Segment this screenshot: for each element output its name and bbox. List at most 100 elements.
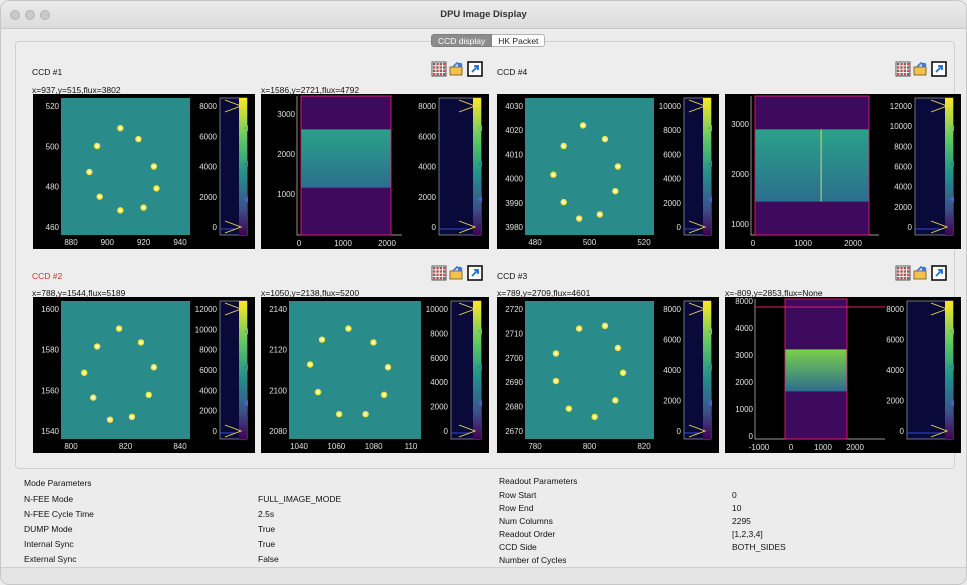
colorbar-tick-label: 10000 (659, 102, 682, 111)
colorbar-tick-label: 10000 (426, 305, 449, 314)
axis-tick-label: 2000 (378, 239, 396, 248)
param-name: N-FEE Cycle Time (24, 509, 94, 519)
colorbar-tick-label: 2000 (663, 199, 681, 208)
ccd1-left-image-colorbar[interactable] (219, 97, 248, 236)
colorbar-tick-label: 0 (677, 223, 682, 232)
param-name: Row End (499, 503, 534, 513)
popout-icon[interactable] (931, 61, 947, 77)
colorbar-tick-label: 8000 (663, 305, 681, 314)
ccd4-right-image[interactable]: 0 1000 2000 3000 2000 1000 12000 10000 8000 6000 4… (725, 94, 961, 249)
axis-tick-label: 3000 (731, 120, 749, 129)
ccd3-left-image-colorbar[interactable] (683, 300, 712, 440)
ccd2-left-image[interactable]: 800 820 840 1600 1580 1560 1540 12000 10000 8000 6… (33, 297, 255, 453)
axis-tick-label: 800 (583, 442, 597, 451)
colorbar-tick-label: 12000 (195, 305, 218, 314)
colorbar-tick-label: 2000 (894, 203, 912, 212)
axis-tick-label: 2700 (505, 354, 523, 363)
readout-parameters: Readout Parameters Row Start 0 Row End 1… (499, 474, 939, 566)
ccd3-right-image[interactable]: -1000 0 1000 2000 8000 4000 3000 2000 1000 0 8000 6… (725, 297, 961, 453)
axis-tick-label: 1000 (277, 190, 295, 199)
ccd1-left-image[interactable]: 880 900 920 940 520 500 480 460 8000 6000 4000 2000… (33, 94, 255, 249)
param-name: Readout Order (499, 529, 556, 539)
colorbar-tick-label: 2000 (886, 397, 904, 406)
ccd4-right-image-colorbar[interactable] (914, 97, 954, 236)
grid-icon[interactable] (431, 265, 447, 281)
ccd1-title: CCD #1 (32, 67, 63, 77)
save-image-icon[interactable] (913, 265, 929, 281)
grid-icon[interactable] (895, 265, 911, 281)
axis-tick-label: 0 (297, 239, 302, 248)
axis-tick-label: 2690 (505, 378, 523, 387)
axis-tick-label: 480 (46, 183, 60, 192)
mode-parameters-heading: Mode Parameters (24, 478, 92, 488)
axis-tick-label: 520 (637, 238, 651, 247)
axis-tick-label: 920 (137, 238, 151, 247)
axis-tick-label: 2000 (731, 170, 749, 179)
colorbar-tick-label: 6000 (430, 354, 448, 363)
save-image-icon[interactable] (913, 61, 929, 77)
axis-tick-label: 2000 (735, 378, 753, 387)
tab-ccd-display[interactable]: CCD display (431, 34, 493, 47)
ccd2-right-image[interactable]: 1040 1060 1080 110 2140 2120 2100 2080 10000 8000… (261, 297, 489, 453)
axis-tick-label: 3980 (505, 223, 523, 232)
axis-tick-label: 1000 (794, 239, 812, 248)
axis-tick-label: 2710 (505, 329, 523, 338)
colorbar-tick-label: 2000 (199, 407, 217, 416)
readout-parameters-heading: Readout Parameters (499, 476, 578, 486)
ccd2-right-image-colorbar[interactable] (450, 300, 482, 440)
axis-tick-label: -1000 (749, 443, 770, 452)
axis-tick-label: 500 (46, 142, 60, 151)
axis-tick-label: 3000 (735, 351, 753, 360)
colorbar-tick-label: 0 (677, 427, 682, 436)
colorbar-tick-label: 8000 (199, 102, 217, 111)
colorbar-tick-label: 6000 (894, 163, 912, 172)
mode-parameters: Mode Parameters N-FEE Mode FULL_IMAGE_MO… (24, 474, 484, 566)
colorbar-tick-label: 10000 (195, 325, 218, 334)
save-image-icon[interactable] (449, 61, 465, 77)
axis-tick-label: 900 (101, 238, 115, 247)
param-value: 2.5s (258, 509, 275, 519)
colorbar-tick-label: 4000 (418, 163, 436, 172)
popout-icon[interactable] (931, 265, 947, 281)
colorbar-tick-label: 2000 (418, 193, 436, 202)
param-value: BOTH_SIDES (732, 542, 786, 552)
param-value: FULL_IMAGE_MODE (258, 494, 342, 504)
ccd3-title: CCD #3 (497, 271, 528, 281)
colorbar-tick-label: 8000 (663, 126, 681, 135)
ccd3-left-image[interactable]: 780 800 820 2720 2710 2700 2690 2680 2670 8000 600… (497, 297, 719, 453)
ccd2-left-image-colorbar[interactable] (219, 300, 248, 440)
colorbar-tick-label: 4000 (199, 163, 217, 172)
colorbar-tick-label: 8000 (894, 142, 912, 151)
param-name: External Sync (24, 554, 77, 564)
axis-tick-label: 1080 (365, 442, 383, 451)
ccd4-toolbar (895, 61, 947, 79)
colorbar-tick-label: 4000 (663, 366, 681, 375)
axis-tick-label: 2100 (269, 386, 287, 395)
popout-icon[interactable] (467, 265, 483, 281)
ccd1-right-image[interactable]: 0 1000 2000 3000 2000 1000 8000 6000 4000 2000 0 (261, 94, 489, 249)
ccd4-left-image[interactable]: 480 500 520 4030 4020 4010 4000 3990 3980 10000 80… (497, 94, 719, 249)
ccd4-left-image-colorbar[interactable] (683, 97, 712, 236)
axis-tick-label: 2000 (277, 150, 295, 159)
save-image-icon[interactable] (449, 265, 465, 281)
param-name: DUMP Mode (24, 524, 73, 534)
grid-icon[interactable] (431, 61, 447, 77)
axis-tick-label: 0 (749, 432, 754, 441)
grid-icon[interactable] (895, 61, 911, 77)
tab-bar: CCD display HK Packet (431, 34, 546, 47)
ccd3-right-image-colorbar[interactable] (906, 300, 954, 440)
param-value: True (258, 539, 276, 549)
ccd1-right-image-colorbar[interactable] (438, 97, 482, 236)
axis-tick-label: 3000 (277, 110, 295, 119)
popout-icon[interactable] (467, 61, 483, 77)
param-name: Number of Cycles (499, 555, 567, 565)
ccd2-toolbar (431, 265, 483, 283)
tab-hk-packet[interactable]: HK Packet (492, 34, 546, 47)
colorbar-tick-label: 6000 (663, 336, 681, 345)
axis-tick-label: 2680 (505, 403, 523, 412)
colorbar-tick-label: 2000 (430, 403, 448, 412)
colorbar-tick-label: 6000 (418, 132, 436, 141)
axis-tick-label: 480 (528, 238, 542, 247)
colorbar-tick-label: 4000 (894, 183, 912, 192)
ccd3-toolbar (895, 265, 947, 283)
